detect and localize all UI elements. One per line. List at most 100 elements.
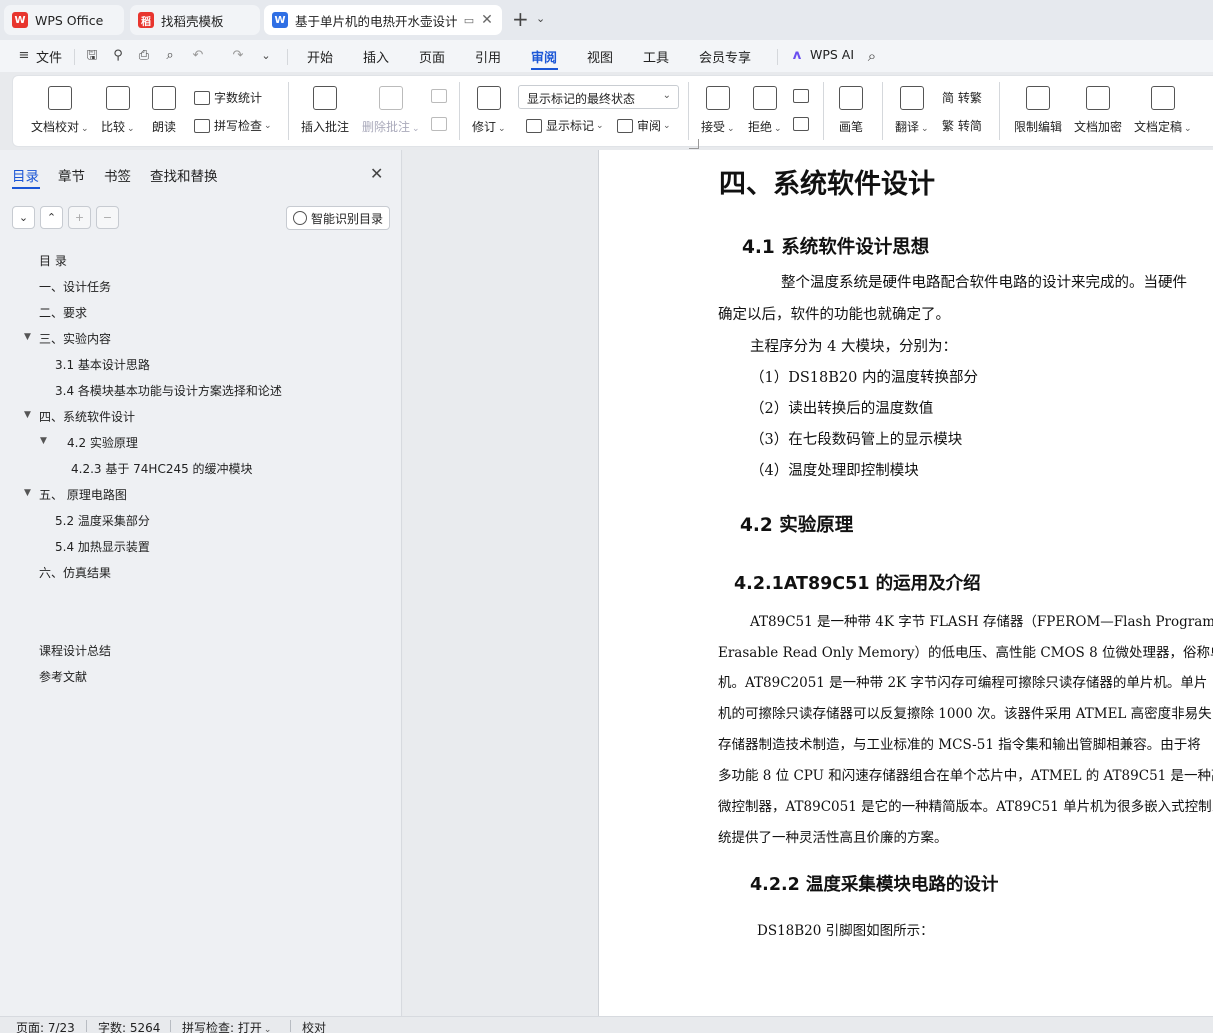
nav-tab-toc[interactable]: 目录 xyxy=(12,165,39,185)
toc-item[interactable]: 3.4 各模块基本功能与设计方案选择和论述 xyxy=(55,382,282,399)
spell-check-button[interactable]: 拼写检查 ⌄ xyxy=(194,117,272,134)
toc-item[interactable]: 3.1 基本设计思路 xyxy=(55,356,150,373)
print-icon[interactable]: ⎙ xyxy=(136,48,152,64)
link-icon[interactable]: ⚲ xyxy=(110,48,126,64)
add-heading-button[interactable]: + xyxy=(68,206,91,229)
nav-tab-sections[interactable]: 章节 xyxy=(58,165,85,185)
collapse-arrow-icon[interactable]: ▼ xyxy=(24,410,31,420)
collapse-arrow-icon[interactable]: ▼ xyxy=(24,488,31,498)
restrict-edit-button[interactable]: 限制编辑 xyxy=(1014,86,1062,135)
smart-toc-button[interactable]: 智能识别目录 xyxy=(286,206,390,230)
close-icon[interactable]: ✕ xyxy=(370,164,383,183)
chevron-down-icon[interactable]: ⌄ xyxy=(258,48,274,64)
nav-tab-find-replace[interactable]: 查找和替换 xyxy=(150,165,218,185)
save-icon[interactable]: 🖫 xyxy=(84,48,100,64)
markup-state-select[interactable]: 显示标记的最终状态 ⌄ xyxy=(518,85,679,109)
finalize-doc-button[interactable]: 文档定稿 ⌄ xyxy=(1134,86,1192,135)
proofread-indicator[interactable]: 校对 xyxy=(302,1019,326,1033)
pen-button[interactable]: 画笔 xyxy=(839,86,863,135)
word-count-button[interactable]: 字数统计 xyxy=(194,89,262,106)
menu-wps-ai[interactable]: WPS AI xyxy=(810,47,854,62)
menu-insert[interactable]: 插入 xyxy=(363,47,389,66)
toc-item[interactable]: 四、系统软件设计 xyxy=(39,408,135,425)
collapse-arrow-icon[interactable]: ▼ xyxy=(40,436,47,446)
close-icon[interactable]: ✕ xyxy=(480,12,494,28)
toc-item[interactable]: 课程设计总结 xyxy=(39,642,111,659)
label: 翻译 xyxy=(895,120,920,134)
read-aloud-button[interactable]: 朗读 xyxy=(152,86,176,135)
menu-membership[interactable]: 会员专享 xyxy=(699,47,751,66)
label: 朗读 xyxy=(152,120,177,134)
toc-item[interactable]: 目 录 xyxy=(39,252,67,269)
remove-heading-button[interactable]: − xyxy=(96,206,119,229)
paragraph: 存储器制造技术制造，与工业标准的 MCS-51 指令集和输出管脚相兼容。由于将 xyxy=(718,737,1201,753)
toc-item[interactable]: 5.2 温度采集部分 xyxy=(55,512,150,529)
menu-references[interactable]: 引用 xyxy=(475,47,501,66)
toc-item[interactable]: 5.4 加热显示装置 xyxy=(55,538,150,555)
menu-file[interactable]: 文件 xyxy=(36,47,62,66)
doc-proofread-button[interactable]: 文档校对 ⌄ xyxy=(31,86,89,135)
undo-icon[interactable]: ↶ xyxy=(190,48,206,64)
track-changes-button[interactable]: 修订 ⌄ xyxy=(472,86,506,135)
collapse-arrow-icon[interactable]: ▼ xyxy=(24,332,31,342)
menu-page[interactable]: 页面 xyxy=(419,47,445,66)
tab-docer-templates[interactable]: 稻 找稻壳模板 xyxy=(130,5,260,35)
word-count-indicator[interactable]: 字数: 5264 xyxy=(98,1019,160,1033)
tab-wps-office[interactable]: W WPS Office xyxy=(4,5,124,35)
convert-to-traditional-button[interactable]: 简 转繁 xyxy=(942,89,982,106)
hamburger-icon[interactable]: ≡ xyxy=(16,48,32,64)
tab-current-document[interactable]: W 基于单片机的电热开水壶设计 ▭ ✕ xyxy=(264,5,502,35)
menu-review[interactable]: 审阅 xyxy=(531,47,557,66)
toc-item[interactable]: 4.2 实验原理 xyxy=(67,434,138,451)
toc-item[interactable]: 三、实验内容 xyxy=(39,330,111,347)
toc-item[interactable]: 一、设计任务 xyxy=(39,278,111,295)
smart-recognize-icon xyxy=(293,211,307,225)
previous-comment-button[interactable] xyxy=(431,89,451,103)
search-icon[interactable]: ⌕ xyxy=(864,48,880,64)
delete-comment-button[interactable]: 删除批注 ⌄ xyxy=(362,86,420,135)
toc-item[interactable]: 4.2.3 基于 74HC245 的缓冲模块 xyxy=(71,460,253,477)
toc-item[interactable]: 五、 原理电路图 xyxy=(39,486,127,503)
read-aloud-icon xyxy=(152,86,176,110)
spell-check-indicator[interactable]: 拼写检查: 打开 ⌄ xyxy=(182,1019,271,1033)
pen-icon xyxy=(839,86,863,110)
label: 智能识别目录 xyxy=(311,211,384,226)
menu-home[interactable]: 开始 xyxy=(307,47,333,66)
convert-to-simplified-button[interactable]: 繁 转简 xyxy=(942,117,982,134)
toc-item[interactable]: 参考文献 xyxy=(39,668,87,685)
lock-doc-icon xyxy=(1026,86,1050,110)
translate-button[interactable]: 翻译 ⌄ xyxy=(895,86,929,135)
paragraph: AT89C51 是一种带 4K 字节 FLASH 存储器（FPEROM—Flas… xyxy=(750,614,1213,630)
expand-all-button[interactable]: ⌄ xyxy=(12,206,35,229)
accept-button[interactable]: 接受 ⌄ xyxy=(701,86,735,135)
monitor-icon[interactable]: ▭ xyxy=(462,13,476,27)
collapse-all-button[interactable]: ⌃ xyxy=(40,206,63,229)
nav-tab-bookmarks[interactable]: 书签 xyxy=(104,165,131,185)
page-indicator[interactable]: 页面: 7/23 xyxy=(16,1019,75,1033)
divider xyxy=(86,1020,87,1032)
insert-comment-button[interactable]: 插入批注 xyxy=(301,86,349,135)
paragraph: DS18B20 引脚图如图所示： xyxy=(757,923,934,939)
show-markup-button[interactable]: 显示标记 ⌄ xyxy=(526,117,604,134)
menu-tools[interactable]: 工具 xyxy=(643,47,669,66)
previous-change-button[interactable] xyxy=(793,89,813,103)
document-page[interactable]: 四、系统软件设计 4.1 系统软件设计思想 整个温度系统是硬件电路配合软件电路的… xyxy=(598,150,1213,1016)
compare-button[interactable]: 比较 ⌄ xyxy=(101,86,135,135)
ribbon-toolbar: 文档校对 ⌄ 比较 ⌄ 朗读 字数统计 拼写检查 ⌄ 插入批注 删除批注 ⌄ 修订 ⌄ 显… xyxy=(12,75,1213,147)
toc-item[interactable]: 六、仿真结果 xyxy=(39,564,111,581)
comment-delete-icon xyxy=(378,86,403,110)
print-preview-icon[interactable]: ⌕ xyxy=(162,48,178,64)
menu-view[interactable]: 视图 xyxy=(587,47,613,66)
toc-item[interactable]: 二、要求 xyxy=(39,304,87,321)
new-tab-button[interactable]: + xyxy=(512,9,529,29)
redo-icon[interactable]: ↷ xyxy=(230,48,246,64)
divider xyxy=(823,82,824,140)
encrypt-doc-button[interactable]: 文档加密 xyxy=(1074,86,1122,135)
next-change-button[interactable] xyxy=(793,117,813,131)
reject-button[interactable]: 拒绝 ⌄ xyxy=(748,86,782,135)
review-pane-button[interactable]: 审阅 ⌄ xyxy=(617,117,671,134)
page-corner-mark xyxy=(689,139,699,149)
word-count-icon xyxy=(194,90,210,105)
chevron-down-icon[interactable]: ⌄ xyxy=(536,12,545,25)
next-comment-button[interactable] xyxy=(431,117,451,131)
